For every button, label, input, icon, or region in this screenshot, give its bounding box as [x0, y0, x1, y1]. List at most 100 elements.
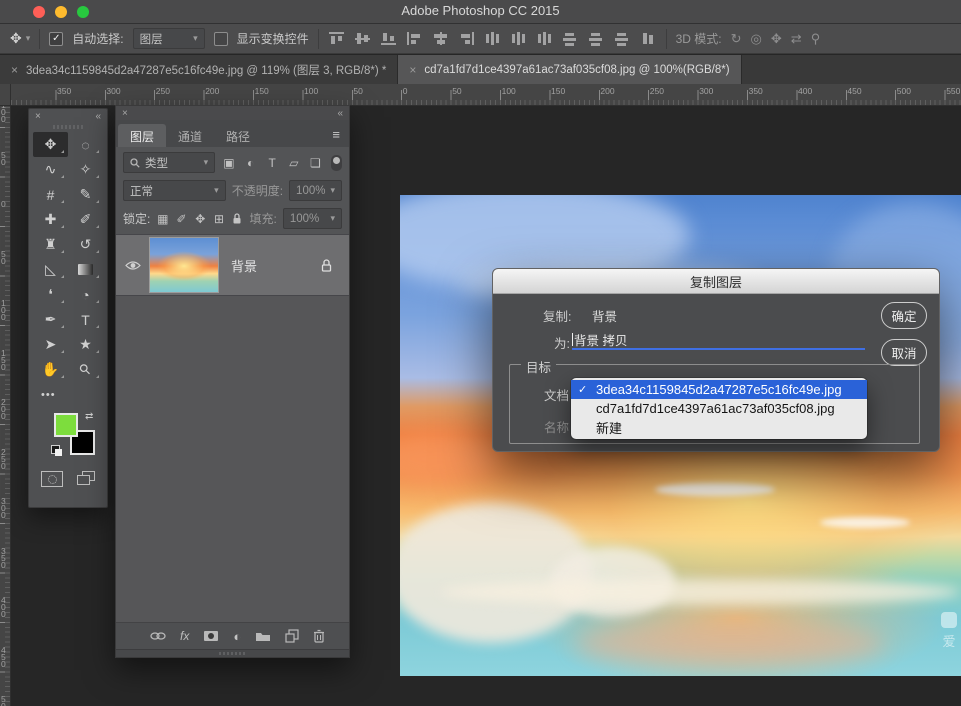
- blend-mode-dropdown[interactable]: 正常 ▾: [123, 180, 226, 201]
- document-tab[interactable]: × cd7a1fd7d1ce4397a61ac73af035cf08.jpg @…: [398, 55, 741, 84]
- panel-resize-grip[interactable]: [116, 649, 349, 657]
- layer-row-background[interactable]: 背景: [116, 234, 349, 296]
- close-panel-icon[interactable]: ×: [35, 111, 41, 122]
- vertical-ruler[interactable]: 1 0 05 005 01 0 01 5 02 0 02 5 03 0 03 5…: [0, 84, 11, 706]
- ok-button[interactable]: 确定: [881, 302, 927, 329]
- panel-tab[interactable]: 图层: [118, 124, 166, 147]
- layer-name-input[interactable]: 背景 拷贝: [572, 330, 865, 350]
- link-layers-icon[interactable]: [150, 631, 166, 641]
- dialog-title[interactable]: 复制图层: [493, 269, 939, 294]
- distribute-left-edges-icon[interactable]: [562, 31, 579, 46]
- filter-smart-objects-icon[interactable]: ❏: [308, 156, 324, 170]
- filter-shape-layers-icon[interactable]: ▱: [286, 156, 302, 170]
- path-selection-tool[interactable]: ➤: [33, 332, 68, 357]
- layer-name[interactable]: 背景: [231, 256, 257, 275]
- cancel-button[interactable]: 取消: [881, 339, 927, 366]
- layer-style-icon[interactable]: fx: [180, 629, 189, 643]
- blur-tool[interactable]: ❛: [33, 282, 68, 307]
- 3d-roll-icon[interactable]: ◎: [751, 31, 762, 47]
- gradient-tool[interactable]: ▆: [68, 257, 103, 282]
- eraser-tool[interactable]: ◺: [33, 257, 68, 282]
- pen-tool[interactable]: ✒: [33, 307, 68, 332]
- close-tab-icon[interactable]: ×: [409, 63, 416, 77]
- document-option[interactable]: ✓ 3dea34c1159845d2a47287e5c16fc49e.jpg: [571, 380, 867, 399]
- collapse-panel-icon[interactable]: «: [337, 108, 343, 119]
- auto-select-target-dropdown[interactable]: 图层▾: [133, 28, 205, 49]
- 3d-scale-icon[interactable]: ⚲: [811, 31, 821, 47]
- filter-type-layers-icon[interactable]: T: [264, 156, 280, 170]
- ruler-tick-label: 300: [699, 86, 713, 96]
- layer-visibility-toggle[interactable]: [116, 260, 149, 271]
- auto-select-checkbox[interactable]: ✓: [49, 32, 63, 46]
- new-layer-icon[interactable]: [285, 629, 299, 643]
- dodge-tool[interactable]: ◔: [68, 282, 103, 307]
- align-right-edges-icon[interactable]: [458, 31, 475, 46]
- panel-tab[interactable]: 通道: [166, 124, 214, 147]
- lock-image-icon[interactable]: ✐: [175, 212, 188, 226]
- auto-align-layers-icon[interactable]: [640, 31, 657, 46]
- filter-pixel-layers-icon[interactable]: ▣: [221, 156, 237, 170]
- filter-adjustment-layers-icon[interactable]: ◐: [243, 156, 259, 170]
- align-vertical-centers-icon[interactable]: [354, 31, 371, 46]
- add-layer-mask-icon[interactable]: [203, 630, 219, 642]
- eyedropper-tool[interactable]: ✎: [68, 182, 103, 207]
- custom-shape-tool[interactable]: ★: [68, 332, 103, 357]
- clone-stamp-tool[interactable]: ♜: [33, 232, 68, 257]
- new-group-icon[interactable]: [255, 630, 271, 642]
- close-panel-icon[interactable]: ×: [122, 108, 128, 119]
- zoom-tool[interactable]: ⚲: [68, 357, 103, 382]
- panel-tab[interactable]: 路径: [214, 124, 262, 147]
- horizontal-ruler[interactable]: 3503002502001501005005010015020025030035…: [0, 84, 961, 106]
- show-transform-controls-checkbox[interactable]: [214, 32, 228, 46]
- lock-position-icon[interactable]: ✥: [194, 212, 207, 226]
- history-brush-tool[interactable]: ↺: [68, 232, 103, 257]
- 3d-drag-icon[interactable]: ✥: [771, 31, 782, 47]
- collapse-panel-icon[interactable]: «: [95, 111, 101, 122]
- align-horizontal-centers-icon[interactable]: [432, 31, 449, 46]
- default-colors-icon[interactable]: [51, 445, 63, 457]
- panel-grip[interactable]: [53, 125, 83, 129]
- document-option[interactable]: ✓ cd7a1fd7d1ce4397a61ac73af035cf08.jpg: [571, 399, 867, 418]
- screen-mode-button[interactable]: [77, 471, 95, 485]
- 3d-slide-icon[interactable]: ⇄: [791, 31, 802, 47]
- hand-tool[interactable]: ✋: [33, 357, 68, 382]
- document-option[interactable]: ✓ 新建: [571, 418, 867, 437]
- layer-filter-dropdown[interactable]: 类型 ▾: [123, 152, 215, 173]
- distribute-bottom-edges-icon[interactable]: [536, 31, 553, 46]
- lock-all-icon[interactable]: [231, 212, 243, 225]
- distribute-horizontal-centers-icon[interactable]: [588, 31, 605, 46]
- 3d-rotate-icon[interactable]: ↻: [731, 31, 742, 47]
- distribute-vertical-centers-icon[interactable]: [510, 31, 527, 46]
- tool-options-bar: ✥▾ ✓ 自动选择: 图层▾ 显示变换控件 3D 模式: ↻◎✥⇄⚲: [0, 24, 961, 54]
- align-top-edges-icon[interactable]: [328, 31, 345, 46]
- foreground-color-swatch[interactable]: [54, 413, 78, 437]
- swap-colors-icon[interactable]: ⇄: [85, 411, 93, 422]
- distribute-right-edges-icon[interactable]: [614, 31, 631, 46]
- edit-toolbar[interactable]: •••: [33, 382, 68, 407]
- fill-dropdown[interactable]: 100% ▾: [283, 208, 342, 229]
- crop-tool[interactable]: #: [33, 182, 68, 207]
- type-tool[interactable]: T: [68, 307, 103, 332]
- new-adjustment-layer-icon[interactable]: ◐: [233, 629, 241, 644]
- panel-menu-icon[interactable]: ≡: [332, 127, 340, 142]
- healing-brush-tool[interactable]: ✚: [33, 207, 68, 232]
- opacity-dropdown[interactable]: 100% ▾: [289, 180, 342, 201]
- current-tool-icon[interactable]: ✥▾: [10, 30, 30, 47]
- marquee-tool[interactable]: ◌: [68, 132, 103, 157]
- lock-transparency-icon[interactable]: ▦: [156, 212, 169, 226]
- align-left-edges-icon[interactable]: [406, 31, 423, 46]
- quick-mask-mode-button[interactable]: [41, 471, 63, 487]
- lasso-tool[interactable]: ∿: [33, 157, 68, 182]
- lock-artboard-icon[interactable]: ⊞: [213, 212, 226, 226]
- align-bottom-edges-icon[interactable]: [380, 31, 397, 46]
- document-tab[interactable]: × 3dea34c1159845d2a47287e5c16fc49e.jpg @…: [0, 55, 398, 84]
- close-tab-icon[interactable]: ×: [11, 63, 18, 77]
- layer-thumbnail[interactable]: [149, 237, 219, 293]
- move-tool[interactable]: ✥: [33, 132, 68, 157]
- quick-selection-tool[interactable]: ✧: [68, 157, 103, 182]
- distribute-top-edges-icon[interactable]: [484, 31, 501, 46]
- brush-tool[interactable]: ✐: [68, 207, 103, 232]
- filter-toggle-icon[interactable]: [331, 155, 342, 171]
- delete-layer-icon[interactable]: [313, 629, 325, 643]
- ruler-origin-box[interactable]: [0, 84, 11, 106]
